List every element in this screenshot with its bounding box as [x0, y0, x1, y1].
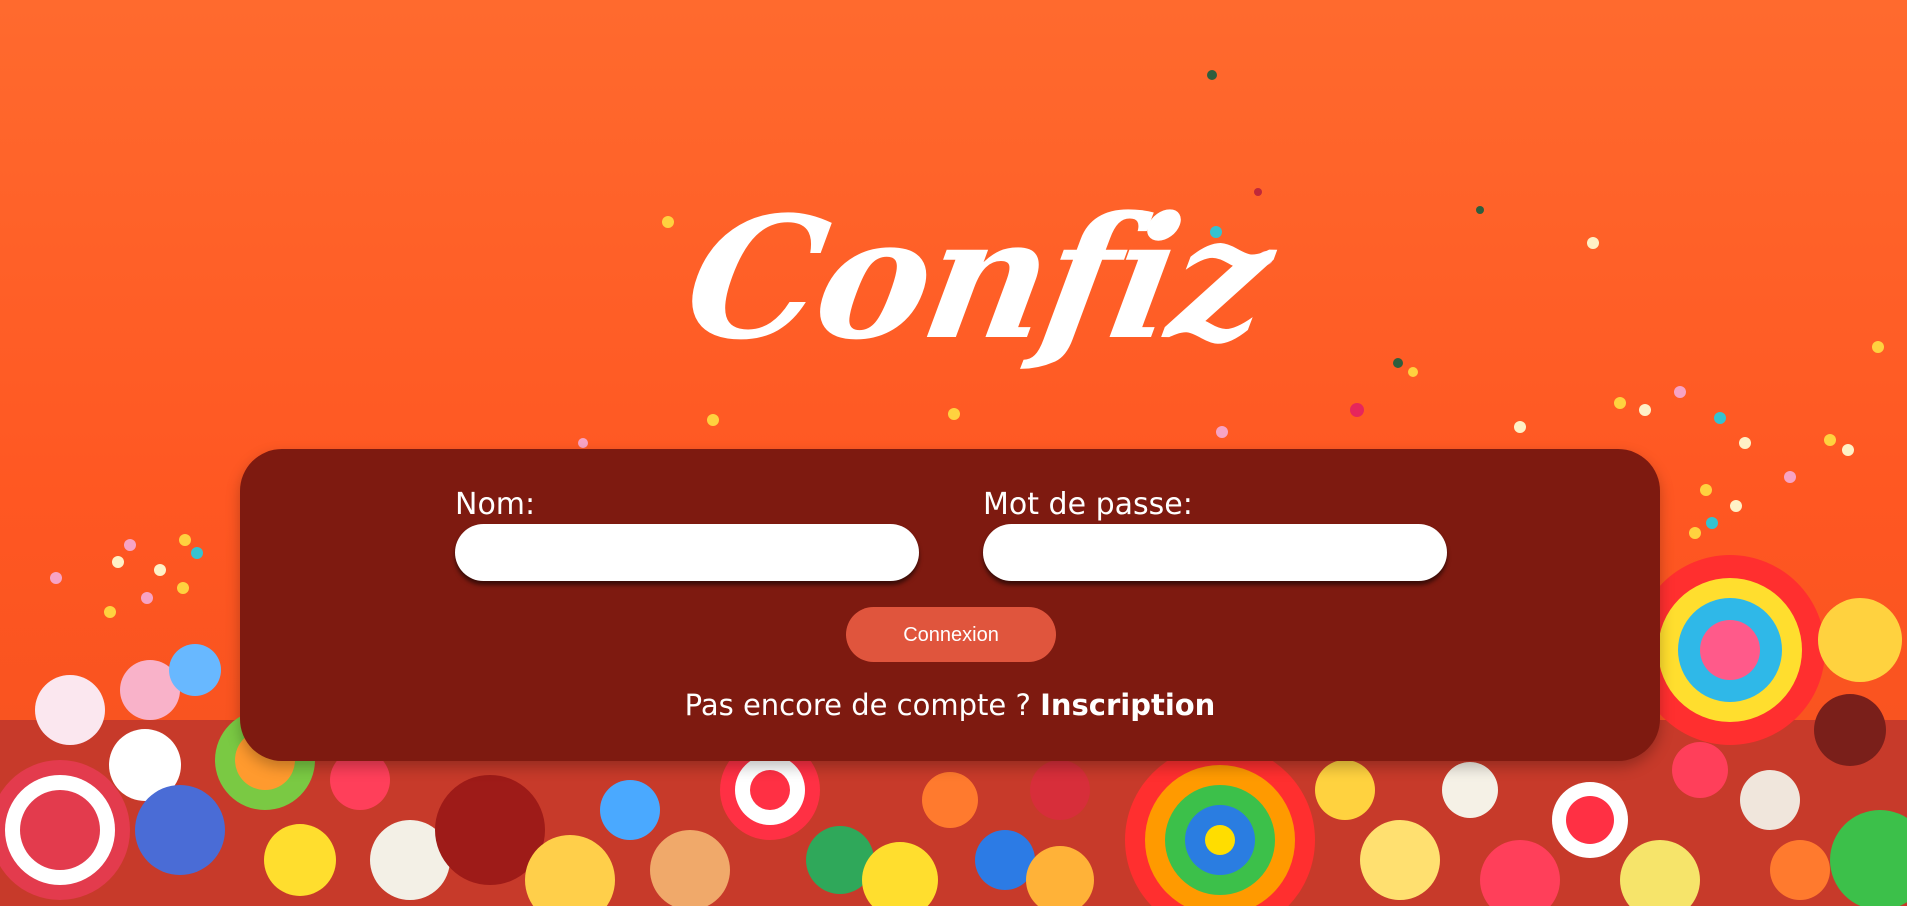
password-input[interactable] — [983, 524, 1447, 581]
name-input[interactable] — [455, 524, 919, 581]
login-panel: Nom: Mot de passe: Connexion Pas encore … — [240, 449, 1660, 761]
password-label: Mot de passe: — [983, 487, 1193, 522]
name-label: Nom: — [455, 487, 536, 522]
connexion-button[interactable]: Connexion — [846, 607, 1056, 662]
no-account-text: Pas encore de compte ? — [684, 688, 1031, 722]
signup-prompt: Pas encore de compte ? Inscription — [240, 685, 1660, 725]
signup-link[interactable]: Inscription — [1040, 688, 1215, 722]
confiz-logo: Confiz — [672, 179, 1283, 377]
